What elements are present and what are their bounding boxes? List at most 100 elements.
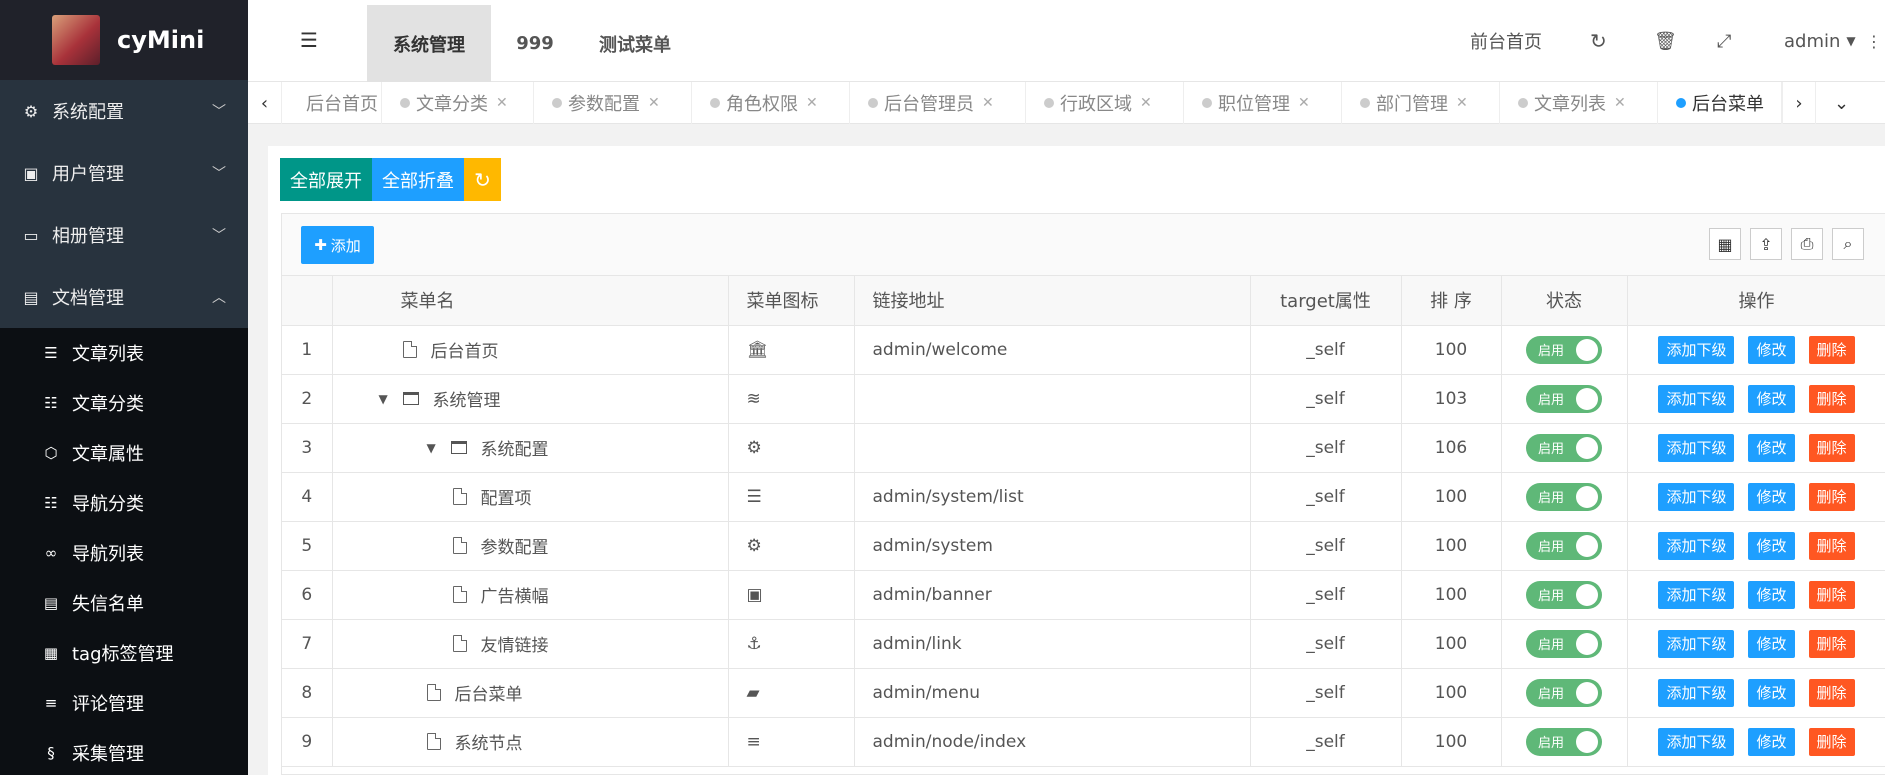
sidebar-item-article-category[interactable]: ☷ 文章分类	[0, 378, 248, 428]
status-toggle[interactable]: 启用	[1526, 727, 1602, 756]
status-toggle[interactable]: 启用	[1526, 580, 1602, 609]
sidebar-item-comment-management[interactable]: ≡ 评论管理	[0, 678, 248, 728]
add-child-button[interactable]: 添加下级	[1658, 335, 1735, 364]
add-child-button[interactable]: 添加下级	[1658, 384, 1735, 413]
tab-position-management[interactable]: 职位管理 ✕	[1184, 82, 1342, 124]
fullscreen-icon[interactable]: ⤢	[1717, 0, 1731, 82]
tab-admin-region[interactable]: 行政区域 ✕	[1026, 82, 1184, 124]
caret-down-icon[interactable]: ▼	[427, 441, 441, 455]
sidebar-item-nav-category[interactable]: ☷ 导航分类	[0, 478, 248, 528]
user-menu[interactable]: admin ▼	[1784, 0, 1856, 82]
col-header-menu-name[interactable]: 菜单名	[332, 276, 729, 326]
sidebar-item-blacklist[interactable]: ▤ 失信名单	[0, 578, 248, 628]
front-home-link[interactable]: 前台首页	[1470, 0, 1542, 82]
add-child-button[interactable]: 添加下级	[1658, 678, 1735, 707]
close-icon[interactable]: ✕	[1456, 95, 1468, 111]
col-header-menu-icon[interactable]: 菜单图标	[728, 276, 855, 326]
trash-icon[interactable]: 🗑	[1654, 0, 1677, 82]
menu-toggle-icon[interactable]: ☰	[300, 28, 318, 52]
collapse-all-button[interactable]: 全部折叠	[372, 158, 464, 201]
status-toggle[interactable]: 启用	[1526, 482, 1602, 511]
sidebar-item-album-management[interactable]: ▭ 相册管理 ﹀	[0, 204, 248, 266]
delete-button[interactable]: 删除	[1808, 580, 1855, 609]
col-header-sort[interactable]: 排 序	[1401, 276, 1502, 326]
add-child-button[interactable]: 添加下级	[1658, 629, 1735, 658]
delete-button[interactable]: 删除	[1808, 335, 1855, 364]
tab-param-config[interactable]: 参数配置 ✕	[534, 82, 692, 124]
sidebar-item-collect-management[interactable]: § 采集管理	[0, 728, 248, 775]
tab-backend-home[interactable]: 后台首页	[282, 82, 382, 124]
close-icon[interactable]: ✕	[982, 95, 994, 111]
close-icon[interactable]: ✕	[1298, 95, 1310, 111]
columns-filter-icon[interactable]: ▦	[1709, 228, 1741, 260]
table-row[interactable]: 2 ▼ 系统管理 ≋ _self 103 启用 添加下级 修改 删除	[282, 374, 1885, 424]
col-header-target[interactable]: target属性	[1250, 276, 1402, 326]
tab-backend-admin[interactable]: 后台管理员 ✕	[850, 82, 1026, 124]
print-icon[interactable]: ⎙	[1791, 228, 1823, 260]
table-row[interactable]: 3 ▼ 系统配置 ⚙ _self 106 启用 添加下级 修改 删除	[282, 423, 1885, 473]
tab-backend-menu[interactable]: 后台菜单	[1658, 82, 1782, 124]
tabs-scroll-left-icon[interactable]: ‹	[248, 82, 282, 124]
close-icon[interactable]: ✕	[648, 95, 660, 111]
col-header-status[interactable]: 状态	[1501, 276, 1628, 326]
status-toggle[interactable]: 启用	[1526, 384, 1602, 413]
table-row[interactable]: 1 后台首页 🏛 admin/welcome _self 100 启用 添加下级 修改 删除	[282, 325, 1885, 375]
top-tab-system-management[interactable]: 系统管理	[367, 5, 491, 82]
delete-button[interactable]: 删除	[1808, 727, 1855, 756]
edit-button[interactable]: 修改	[1748, 433, 1795, 462]
table-row[interactable]: 4 配置项 ☰ admin/system/list _self 100 启用 添加下级 修改 删除	[282, 472, 1885, 522]
sidebar-item-document-management[interactable]: ▤ 文档管理 ︿	[0, 266, 248, 328]
edit-button[interactable]: 修改	[1748, 384, 1795, 413]
delete-button[interactable]: 删除	[1808, 629, 1855, 658]
tabs-dropdown-icon[interactable]: ⌄	[1816, 82, 1885, 124]
close-icon[interactable]: ✕	[496, 95, 508, 111]
edit-button[interactable]: 修改	[1748, 531, 1795, 560]
add-child-button[interactable]: 添加下级	[1658, 482, 1735, 511]
status-toggle[interactable]: 启用	[1526, 678, 1602, 707]
tab-article-category[interactable]: 文章分类 ✕	[382, 82, 534, 124]
close-icon[interactable]: ✕	[1614, 95, 1626, 111]
edit-button[interactable]: 修改	[1748, 727, 1795, 756]
sidebar-item-tag-management[interactable]: ▦ tag标签管理	[0, 628, 248, 678]
delete-button[interactable]: 删除	[1808, 482, 1855, 511]
delete-button[interactable]: 删除	[1808, 384, 1855, 413]
table-row[interactable]: 5 参数配置 ⚙ admin/system _self 100 启用 添加下级 修改 删除	[282, 521, 1885, 571]
table-row[interactable]: 6 广告横幅 ▣ admin/banner _self 100 启用 添加下级 修改 删除	[282, 570, 1885, 620]
caret-down-icon[interactable]: ▼	[379, 392, 393, 406]
close-icon[interactable]: ✕	[1140, 95, 1152, 111]
more-icon[interactable]: ⋮	[1866, 0, 1882, 82]
close-icon[interactable]: ✕	[806, 95, 818, 111]
logo[interactable]: cyMini	[0, 0, 248, 80]
tabs-scroll-right-icon[interactable]: ›	[1782, 82, 1816, 124]
delete-button[interactable]: 删除	[1808, 531, 1855, 560]
sidebar-item-article-list[interactable]: ☰ 文章列表	[0, 328, 248, 378]
add-child-button[interactable]: 添加下级	[1658, 727, 1735, 756]
table-row[interactable]: 7 友情链接 ⚓ admin/link _self 100 启用 添加下级 修改 删除	[282, 619, 1885, 669]
search-icon[interactable]: ⌕	[1832, 228, 1864, 260]
sidebar-item-user-management[interactable]: ▣ 用户管理 ﹀	[0, 142, 248, 204]
edit-button[interactable]: 修改	[1748, 629, 1795, 658]
status-toggle[interactable]: 启用	[1526, 629, 1602, 658]
top-tab-test-menu[interactable]: 测试菜单	[579, 5, 691, 82]
add-child-button[interactable]: 添加下级	[1658, 433, 1735, 462]
tab-department-management[interactable]: 部门管理 ✕	[1342, 82, 1500, 124]
add-button[interactable]: ✚ 添加	[301, 226, 374, 264]
expand-all-button[interactable]: 全部展开	[280, 158, 372, 201]
add-child-button[interactable]: 添加下级	[1658, 531, 1735, 560]
sidebar-item-nav-list[interactable]: ∞ 导航列表	[0, 528, 248, 578]
delete-button[interactable]: 删除	[1808, 678, 1855, 707]
table-row[interactable]: 8 后台菜单 ▰ admin/menu _self 100 启用 添加下级 修改 删除	[282, 668, 1885, 718]
edit-button[interactable]: 修改	[1748, 335, 1795, 364]
delete-button[interactable]: 删除	[1808, 433, 1855, 462]
refresh-icon[interactable]: ↻	[1590, 0, 1607, 82]
add-child-button[interactable]: 添加下级	[1658, 580, 1735, 609]
sidebar-item-system-config[interactable]: ⚙ 系统配置 ﹀	[0, 80, 248, 142]
sidebar-item-article-attribute[interactable]: ⬡ 文章属性	[0, 428, 248, 478]
status-toggle[interactable]: 启用	[1526, 335, 1602, 364]
export-icon[interactable]: ⇪	[1750, 228, 1782, 260]
tab-role-permission[interactable]: 角色权限 ✕	[692, 82, 850, 124]
edit-button[interactable]: 修改	[1748, 580, 1795, 609]
edit-button[interactable]: 修改	[1748, 678, 1795, 707]
tab-article-list[interactable]: 文章列表 ✕	[1500, 82, 1658, 124]
refresh-button[interactable]: ↻	[464, 158, 501, 201]
